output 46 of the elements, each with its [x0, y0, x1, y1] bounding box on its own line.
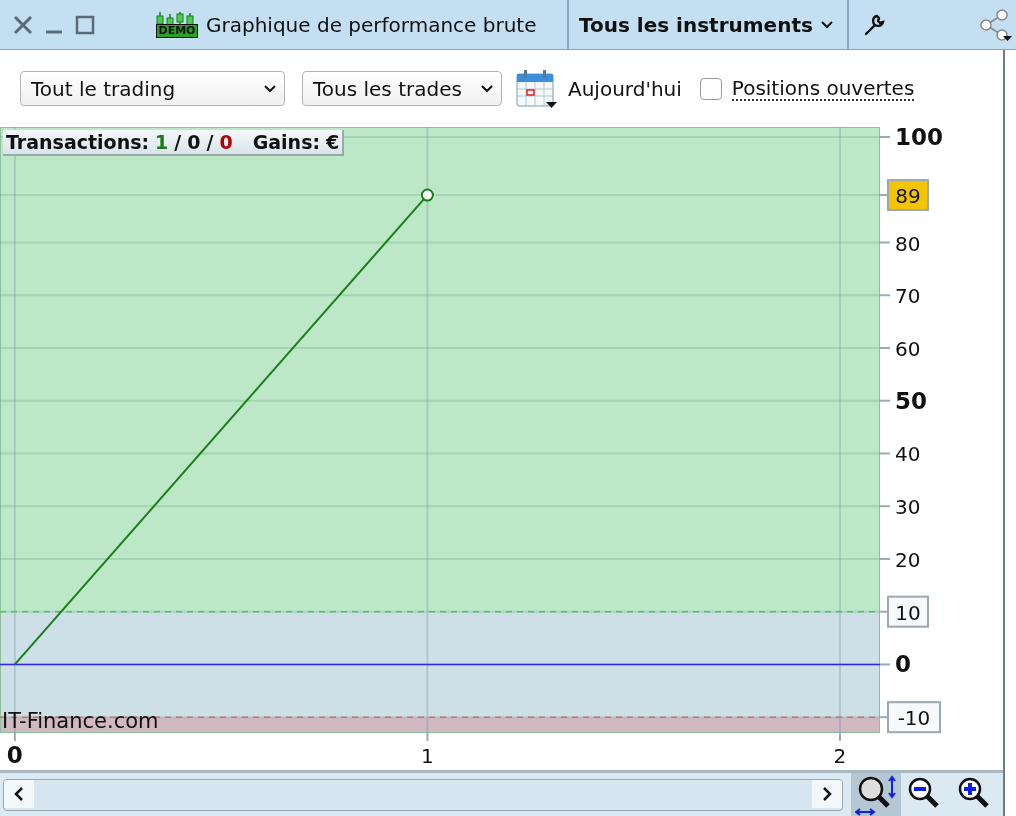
axis-label: 0 — [895, 651, 911, 678]
scrollbar[interactable] — [3, 778, 843, 811]
maximize-icon[interactable] — [74, 13, 96, 36]
caret-icon — [481, 84, 493, 93]
axis-label: 30 — [895, 495, 921, 520]
axis-label: 70 — [895, 284, 921, 309]
caret-icon — [264, 84, 276, 93]
wrench-icon[interactable] — [862, 12, 886, 37]
summary-text: / — [206, 130, 214, 154]
value-label: 10 — [887, 595, 929, 628]
checkbox[interactable] — [699, 77, 722, 100]
summary-text: 0 — [219, 130, 233, 154]
axis-label: 60 — [895, 337, 921, 361]
demo-logo: DEMO — [154, 11, 200, 38]
summary-text: 1 — [155, 130, 169, 154]
share-icon[interactable] — [978, 7, 1012, 42]
checkbox-label[interactable]: Positions ouvertes — [731, 76, 915, 101]
scroll-right-icon[interactable] — [812, 779, 842, 810]
value-label: -10 — [887, 701, 941, 734]
axis-label: 0 — [6, 742, 23, 768]
summary-text: Transactions: — [6, 130, 150, 154]
axis-label: 1 — [421, 744, 434, 768]
broker-label: IT-Finance.com — [2, 709, 159, 733]
summary-text: / — [174, 130, 182, 154]
axis-label: 100 — [895, 127, 943, 150]
value-label: 89 — [887, 179, 929, 212]
axis-label: 2 — [833, 744, 847, 768]
close-icon[interactable] — [12, 13, 34, 36]
summary-text: Gains: — [252, 130, 321, 154]
caret-icon — [820, 20, 833, 29]
dropdown[interactable]: Tous les trades — [302, 71, 502, 106]
ref-line-label: 10 — [895, 600, 921, 625]
window-title: Graphique de performance brute — [206, 12, 537, 37]
summary-text: 0 — [187, 130, 201, 154]
date-button[interactable]: Aujourd'hui — [568, 76, 682, 101]
calendar-icon[interactable] — [516, 68, 558, 109]
ref-line-label: -10 — [897, 706, 931, 731]
summary-text: € — [326, 130, 340, 154]
data-point — [420, 188, 434, 202]
axis-label: 40 — [895, 442, 921, 467]
scroll-left-icon[interactable] — [4, 779, 34, 810]
axis-label: 50 — [895, 387, 927, 414]
instrument-menu[interactable]: Tous les instruments — [569, 0, 849, 49]
axis-label: 20 — [895, 547, 921, 572]
dropdown[interactable]: Tout le trading — [20, 71, 285, 106]
axis-label: 80 — [895, 231, 921, 256]
